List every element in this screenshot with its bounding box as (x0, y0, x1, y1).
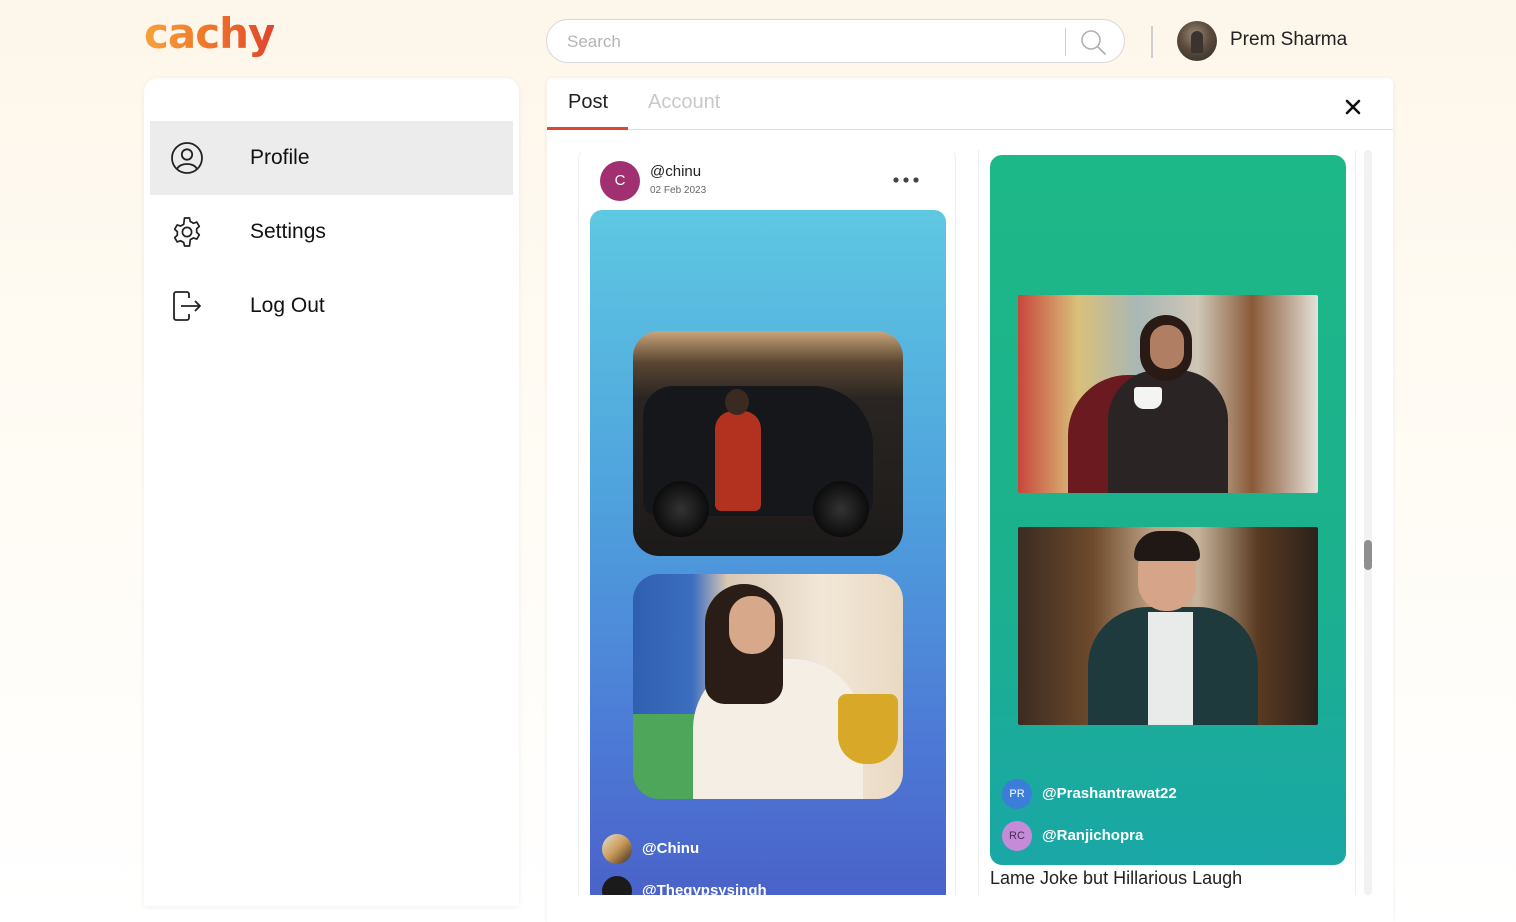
mentioned-user-avatar: RC (1002, 821, 1032, 851)
sidebar-item-label: Log Out (250, 294, 325, 317)
sidebar-item-profile[interactable]: Profile (150, 121, 513, 195)
post-photo-car[interactable] (633, 331, 903, 556)
user-circle-icon (171, 142, 203, 174)
post-author-avatar[interactable]: C (600, 161, 640, 201)
person-body (1108, 370, 1228, 493)
close-icon[interactable] (1343, 97, 1363, 117)
search-divider (1065, 28, 1066, 56)
tab-account[interactable]: Account (648, 91, 720, 114)
post-photo-cafe[interactable] (1018, 295, 1318, 493)
search-icon[interactable] (1078, 27, 1108, 57)
post-date: 02 Feb 2023 (650, 185, 707, 196)
sidebar-item-logout[interactable]: Log Out (150, 269, 513, 343)
person-face (729, 596, 775, 654)
person-face (1150, 325, 1184, 369)
post-author-username[interactable]: @chinu (650, 163, 701, 180)
post-media-collage[interactable]: @Chinu @Thegypsysingh (590, 210, 946, 895)
user-name[interactable]: Prem Sharma (1230, 29, 1347, 51)
scrollbar-thumb[interactable] (1364, 540, 1372, 570)
gear-icon (173, 217, 201, 247)
tagged-user-avatar (602, 876, 632, 895)
sidebar-item-label: Settings (250, 220, 326, 243)
mentioned-user-name: @Ranjichopra (1042, 827, 1144, 844)
more-options-icon[interactable] (891, 172, 921, 188)
sidebar: Profile Settings Log Out (144, 78, 519, 906)
mentioned-user-avatar: PR (1002, 779, 1032, 809)
tagged-user-name: @Chinu (642, 840, 700, 857)
logout-icon (173, 291, 201, 321)
post-media-collage[interactable]: PR @Prashantrawat22 RC @Ranjichopra (990, 155, 1346, 865)
tshirt-shape (1148, 612, 1193, 725)
cup-shape (1134, 387, 1162, 409)
post-card[interactable]: PR @Prashantrawat22 RC @Ranjichopra Lame… (978, 150, 1356, 895)
content-panel: Post Account C @chinu 02 Feb 2023 @Chinu… (547, 78, 1393, 922)
sidebar-item-label: Profile (250, 146, 310, 169)
search-input[interactable] (567, 30, 1047, 54)
sidebar-item-settings[interactable]: Settings (150, 195, 513, 269)
tagged-user-name: @Thegypsysingh (642, 882, 767, 895)
post-card[interactable]: C @chinu 02 Feb 2023 @Chinu @Thegypsysin… (578, 150, 956, 895)
search-bar[interactable] (546, 19, 1125, 63)
tagged-user-avatar (602, 834, 632, 864)
app-logo[interactable]: cachy (144, 6, 275, 62)
user-avatar[interactable] (1177, 21, 1217, 61)
plant-pot (838, 694, 898, 764)
person-hair (1134, 531, 1200, 561)
person-shape (715, 411, 761, 511)
post-caption: Lame Joke but Hillarious Laugh (990, 868, 1243, 888)
scrollbar-track[interactable] (1364, 150, 1372, 895)
mentioned-user-name: @Prashantrawat22 (1042, 785, 1177, 802)
post-photo-man[interactable] (1018, 527, 1318, 725)
header-divider (1151, 26, 1153, 58)
car-wheel (653, 481, 709, 537)
active-tab-indicator (547, 127, 628, 130)
car-wheel (813, 481, 869, 537)
post-photo-portrait[interactable] (633, 574, 903, 799)
tab-bar: Post Account (547, 78, 1393, 130)
person-head (725, 389, 749, 415)
tab-post[interactable]: Post (568, 91, 608, 114)
